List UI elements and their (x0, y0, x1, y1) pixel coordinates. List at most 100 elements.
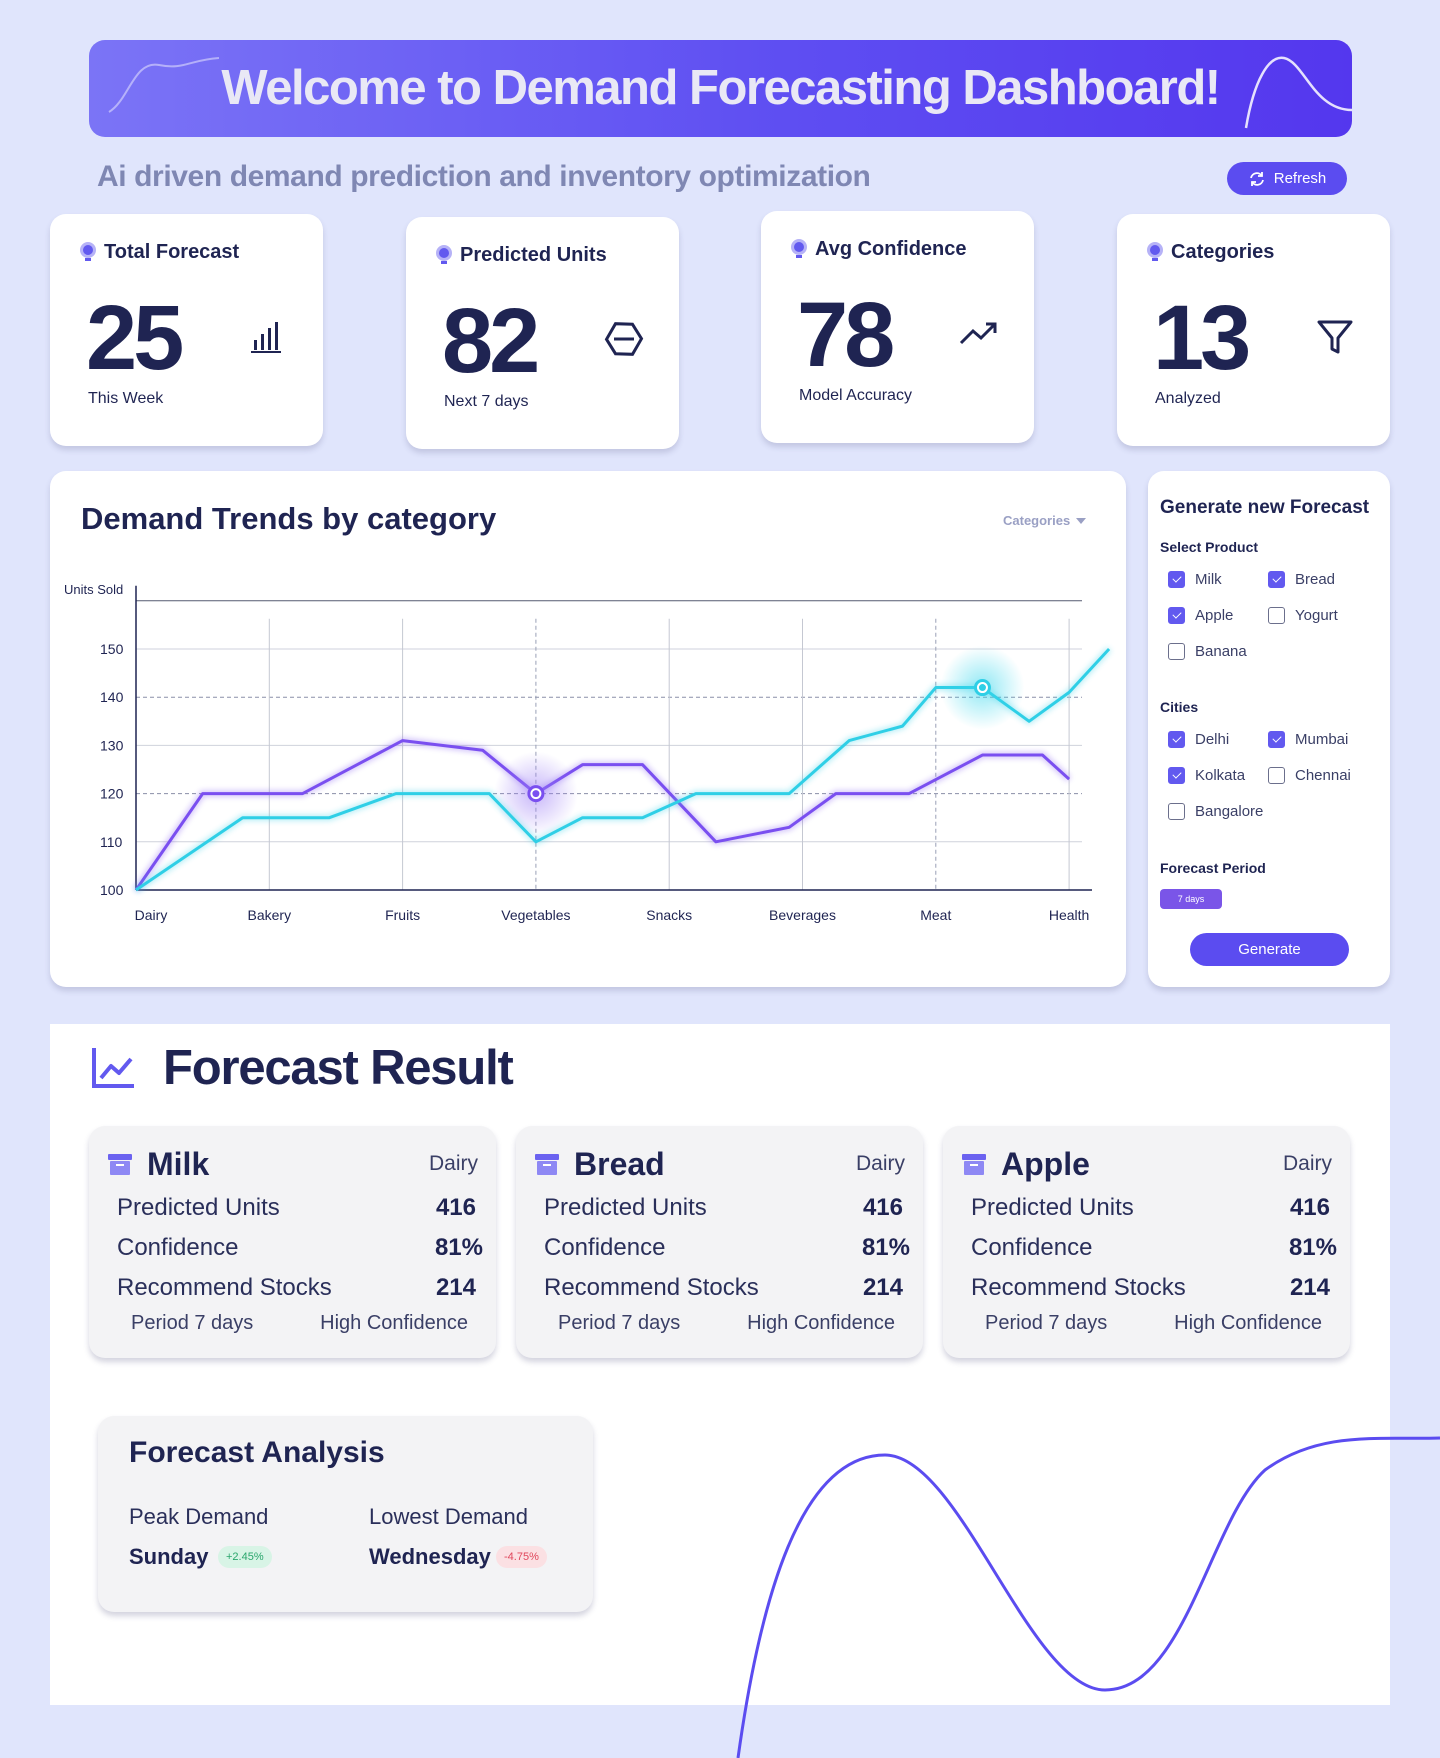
bulb-icon (80, 242, 96, 261)
x-tick-label: Meat (920, 907, 951, 923)
banner-title: Welcome to Demand Forecasting Dashboard! (221, 61, 1221, 115)
archive-box-icon (535, 1154, 559, 1175)
checkbox-bangalore[interactable]: Bangalore (1168, 803, 1263, 820)
period-text: Period 7 days (985, 1312, 1108, 1334)
confidence-value: 81% (861, 1234, 910, 1261)
checkbox-delhi[interactable]: Delhi (1168, 731, 1229, 748)
filter-icon (1317, 320, 1353, 354)
x-tick-label: Health (1049, 907, 1089, 923)
confidence-label: Confidence (544, 1234, 666, 1261)
archive-box-icon (962, 1154, 986, 1175)
bar-chart-icon (251, 322, 281, 353)
stat-value: 78 (797, 284, 895, 386)
checkbox-label: Delhi (1195, 731, 1230, 748)
stat-card-predicted-units: Predicted Units 82 Next 7 days (406, 217, 679, 449)
refresh-button[interactable]: Refresh (1227, 162, 1347, 195)
confidence-level: High Confidence (747, 1312, 895, 1334)
x-tick-label: Vegetables (501, 907, 570, 923)
checkbox-milk[interactable]: Milk (1168, 571, 1222, 588)
stat-label: Avg Confidence (815, 237, 967, 260)
lowest-demand-label: Lowest Demand (369, 1504, 528, 1529)
stat-sub: Model Accuracy (799, 387, 912, 404)
trending-up-icon (959, 322, 997, 345)
result-card-bread: Bread Dairy Predicted Units 416 Confiden… (516, 1126, 923, 1358)
checkbox-box (1168, 767, 1185, 784)
stat-label: Total Forecast (104, 240, 240, 263)
predicted-value: 416 (435, 1194, 476, 1221)
forecast-period-chip[interactable]: 7 days (1160, 889, 1222, 909)
stat-label: Categories (1171, 240, 1275, 263)
forecast-analysis-card: Forecast Analysis Peak Demand Sunday +2.… (98, 1416, 593, 1612)
product-name: Apple (1001, 1146, 1090, 1182)
checkbox-box (1168, 571, 1185, 588)
y-axis-label: Units Sold (64, 582, 123, 597)
confidence-value: 81% (1288, 1234, 1337, 1261)
generate-forecast-form: Generate new Forecast Select Product Mil… (1148, 471, 1390, 987)
cities-label: Cities (1160, 699, 1199, 715)
forecast-period-label: Forecast Period (1160, 860, 1266, 876)
y-tick-label: 150 (100, 641, 124, 657)
generate-button[interactable]: Generate (1190, 933, 1349, 966)
stat-card-total-forecast: Total Forecast 25 This Week (50, 214, 323, 446)
refresh-label: Refresh (1273, 170, 1327, 187)
checkbox-kolkata[interactable]: Kolkata (1168, 767, 1245, 784)
x-tick-label: Bakery (248, 907, 292, 923)
checkbox-label: Bangalore (1195, 803, 1264, 820)
checkbox-box (1168, 803, 1185, 820)
checkbox-label: Banana (1195, 643, 1247, 660)
checkbox-bread[interactable]: Bread (1268, 571, 1335, 588)
checkbox-box (1168, 731, 1185, 748)
confidence-label: Confidence (117, 1234, 239, 1261)
checkbox-apple[interactable]: Apple (1168, 607, 1233, 624)
confidence-level: High Confidence (320, 1312, 468, 1334)
refresh-icon (1249, 171, 1264, 186)
peak-demand-day: Sunday (129, 1544, 209, 1569)
checkbox-label: Kolkata (1195, 767, 1246, 784)
y-tick-label: 100 (100, 882, 124, 898)
checkbox-box (1168, 643, 1185, 660)
stat-sub: This Week (88, 390, 164, 407)
forecast-result-title: Forecast Result (163, 1041, 514, 1095)
highlight-point-core (978, 684, 986, 692)
low-change-badge: -4.75% (496, 1546, 547, 1568)
checkbox-mumbai[interactable]: Mumbai (1268, 731, 1348, 748)
x-tick-label: Snacks (646, 907, 692, 923)
bulb-icon (436, 245, 452, 264)
stat-value: 25 (86, 287, 184, 389)
checkbox-banana[interactable]: Banana (1168, 643, 1247, 660)
period-text: Period 7 days (131, 1312, 254, 1334)
x-tick-label: Fruits (385, 907, 420, 923)
stock-value: 214 (435, 1274, 476, 1301)
predicted-value: 416 (862, 1194, 903, 1221)
checkbox-box (1268, 607, 1285, 624)
y-tick-label: 140 (100, 689, 124, 705)
product-name: Milk (147, 1146, 210, 1182)
stock-label: Recommend Stocks (117, 1274, 332, 1301)
result-card-apple: Apple Dairy Predicted Units 416 Confiden… (943, 1126, 1350, 1358)
confidence-label: Confidence (971, 1234, 1093, 1261)
predicted-label: Predicted Units (117, 1194, 280, 1221)
checkbox-box (1168, 607, 1185, 624)
checkbox-box (1268, 767, 1285, 784)
checkbox-yogurt[interactable]: Yogurt (1268, 607, 1338, 624)
stock-value: 214 (1289, 1274, 1330, 1301)
checkbox-box (1268, 571, 1285, 588)
result-card-milk: Milk Dairy Predicted Units 416 Confidenc… (89, 1126, 496, 1358)
analysis-title: Forecast Analysis (129, 1436, 385, 1469)
predicted-value: 416 (1289, 1194, 1330, 1221)
stat-value: 13 (1153, 287, 1251, 389)
checkbox-chennai[interactable]: Chennai (1268, 767, 1351, 784)
stat-card-categories: Categories 13 Analyzed (1117, 214, 1390, 446)
checkbox-label: Apple (1195, 607, 1234, 624)
lowest-demand-day: Wednesday (369, 1544, 491, 1569)
peak-change-badge: +2.45% (218, 1546, 272, 1568)
select-product-label: Select Product (1160, 539, 1259, 555)
checkbox-label: Bread (1295, 571, 1336, 588)
product-category: Dairy (1282, 1152, 1332, 1175)
stock-label: Recommend Stocks (971, 1274, 1186, 1301)
stat-card-avg-confidence: Avg Confidence 78 Model Accuracy (761, 211, 1034, 443)
y-tick-label: 130 (100, 737, 124, 753)
line-chart-icon (92, 1048, 134, 1088)
product-name: Bread (574, 1146, 665, 1182)
product-category: Dairy (428, 1152, 478, 1175)
